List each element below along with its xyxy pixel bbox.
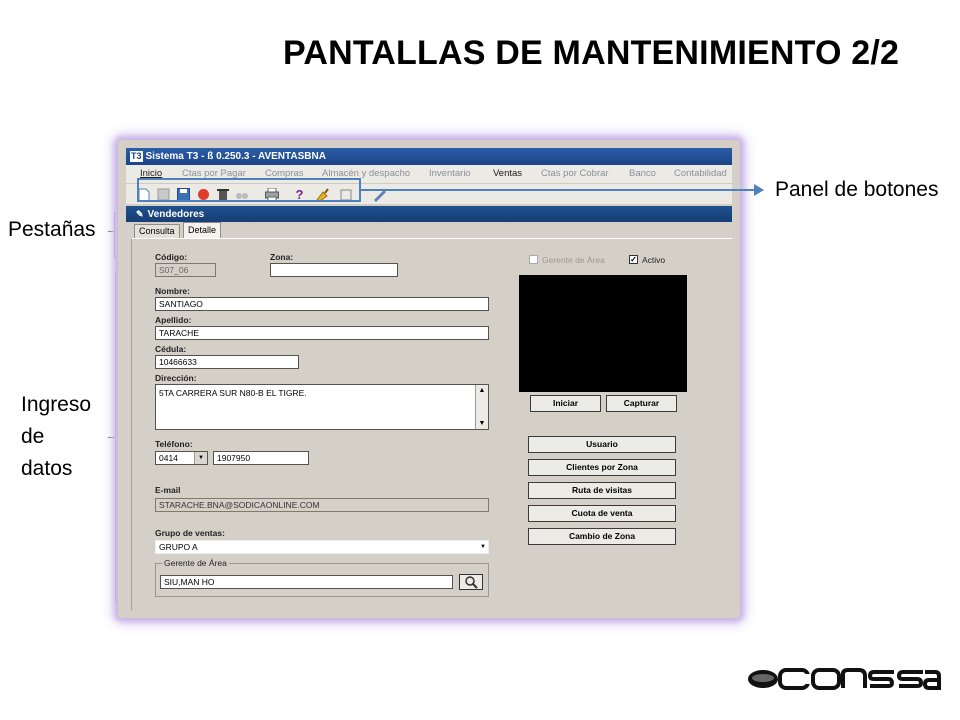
gerente-groupbox: Gerente de Área SIU,MAN HO xyxy=(155,558,489,597)
photo-preview xyxy=(519,275,687,392)
cedula-field[interactable]: 10466633 xyxy=(155,355,299,369)
direccion-text: 5TA CARRERA SUR N80-B EL TIGRE. xyxy=(159,388,307,398)
tab-strip: Consulta Detalle xyxy=(126,222,732,238)
apellido-field[interactable]: TARACHE xyxy=(155,326,489,340)
zona-label: Zona: xyxy=(270,252,294,262)
data-entry-callout-line2: de xyxy=(21,425,45,448)
usuario-button[interactable]: Usuario xyxy=(528,436,676,453)
tabs-callout-label: Pestañas xyxy=(8,218,96,241)
gerente-area-checkbox[interactable] xyxy=(529,255,538,264)
capturar-button[interactable]: Capturar xyxy=(606,395,677,412)
ruta-de-visitas-button[interactable]: Ruta de visitas xyxy=(528,482,676,499)
slide-title: PANTALLAS DE MANTENIMIENTO 2/2 xyxy=(283,34,900,72)
codigo-field[interactable]: S07_06 xyxy=(155,263,216,277)
grupo-label: Grupo de ventas: xyxy=(155,528,225,538)
toolbar-highlight-box xyxy=(137,178,361,202)
menu-item-banco[interactable]: Banco xyxy=(629,165,656,183)
scroll-down-icon[interactable]: ▼ xyxy=(476,418,488,429)
nombre-label: Nombre: xyxy=(155,286,190,296)
callout-arrow-head-icon xyxy=(754,184,764,196)
telefono-number-field[interactable]: 1907950 xyxy=(213,451,309,465)
email-label: E-mail xyxy=(155,485,181,495)
iniciar-button[interactable]: Iniciar xyxy=(530,395,601,412)
email-field[interactable]: STARACHE.BNA@SODICAONLINE.COM xyxy=(155,498,489,512)
app-window: T3 Sistema T3 - ß 0.250.3 - AVENTASBNA In… xyxy=(118,140,740,618)
app-titlebar: T3 Sistema T3 - ß 0.250.3 - AVENTASBNA xyxy=(126,148,732,165)
grupo-value: GRUPO A xyxy=(159,542,198,552)
window-icon: ✎ xyxy=(136,209,144,219)
consa-logo xyxy=(748,668,941,690)
scroll-up-icon[interactable]: ▲ xyxy=(476,385,488,396)
menu-item-ctas-por-cobrar[interactable]: Ctas por Cobrar xyxy=(541,165,609,183)
activo-checkbox-label: Activo xyxy=(642,255,666,265)
chevron-down-icon[interactable]: ▼ xyxy=(194,452,207,464)
grupo-select[interactable]: GRUPO A ▼ xyxy=(155,540,489,554)
window-title: ✎ Vendedores xyxy=(126,206,732,222)
chevron-down-icon[interactable]: ▼ xyxy=(480,541,486,553)
direccion-scrollbar[interactable]: ▲ ▼ xyxy=(475,385,488,429)
clientes-por-zona-button[interactable]: Clientes por Zona xyxy=(528,459,676,476)
cuota-de-venta-button[interactable]: Cuota de venta xyxy=(528,505,676,522)
menu-item-contabilidad[interactable]: Contabilidad xyxy=(674,165,727,183)
data-entry-bracket-tick xyxy=(108,437,115,438)
gerente-search-button[interactable] xyxy=(459,574,483,590)
cambio-de-zona-button[interactable]: Cambio de Zona xyxy=(528,528,676,545)
direccion-textarea[interactable]: 5TA CARRERA SUR N80-B EL TIGRE. ▲ ▼ xyxy=(155,384,489,430)
tab-consulta[interactable]: Consulta xyxy=(134,224,180,238)
detail-form-panel: Código: S07_06 Zona: Nombre: SANTIAGO Ap… xyxy=(131,238,732,610)
apellido-label: Apellido: xyxy=(155,315,192,325)
menu-item-ventas[interactable]: Ventas xyxy=(493,165,522,183)
zona-field[interactable] xyxy=(270,263,398,277)
window-title-text: Vendedores xyxy=(147,209,205,220)
gerente-field[interactable]: SIU,MAN HO xyxy=(160,575,453,589)
direccion-label: Dirección: xyxy=(155,373,197,383)
gerente-group-label: Gerente de Área xyxy=(162,558,229,568)
menu-item-inventario[interactable]: Inventario xyxy=(429,165,471,183)
gerente-area-checkbox-label: Gerente de Área xyxy=(542,255,605,265)
data-entry-callout-line3: datos xyxy=(21,457,73,480)
nombre-field[interactable]: SANTIAGO xyxy=(155,297,489,311)
cedula-label: Cédula: xyxy=(155,344,187,354)
codigo-label: Código: xyxy=(155,252,188,262)
telefono-code-value: 0414 xyxy=(159,453,178,463)
telefono-code-select[interactable]: 0414 ▼ xyxy=(155,451,208,465)
tab-detalle[interactable]: Detalle xyxy=(183,222,222,238)
callout-arrow-line xyxy=(361,189,757,191)
app-title: Sistema T3 - ß 0.250.3 - AVENTASBNA xyxy=(145,151,326,162)
activo-checkbox[interactable]: ✓ xyxy=(629,255,638,264)
app-logo-icon: T3 xyxy=(130,151,143,162)
buttons-panel-callout-label: Panel de botones xyxy=(775,178,939,201)
data-entry-callout-line1: Ingreso xyxy=(21,393,92,416)
telefono-label: Teléfono: xyxy=(155,439,193,449)
search-icon xyxy=(465,576,478,589)
